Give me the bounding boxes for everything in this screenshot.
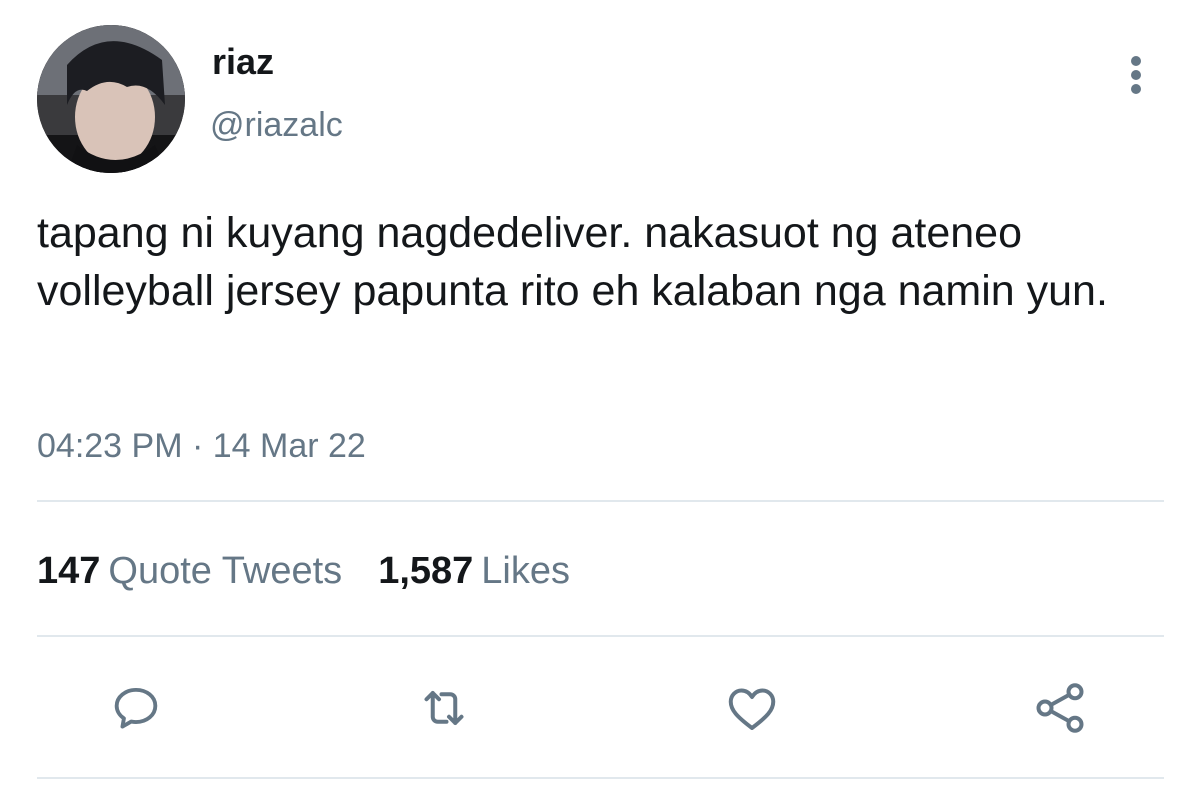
- retweet-button[interactable]: [414, 678, 474, 738]
- reply-button[interactable]: [106, 678, 166, 738]
- more-vertical-icon[interactable]: [1118, 52, 1154, 96]
- like-button[interactable]: [722, 678, 782, 738]
- reply-icon: [114, 687, 158, 729]
- avatar-photo: [37, 25, 185, 173]
- quote-tweets-stat[interactable]: 147 Quote Tweets: [37, 548, 342, 594]
- retweet-icon: [424, 691, 464, 725]
- divider: [37, 635, 1164, 637]
- likes-label: Likes: [481, 550, 570, 592]
- user-handle[interactable]: @riazalc: [210, 104, 343, 146]
- divider: [37, 500, 1164, 502]
- share-icon: [1036, 683, 1084, 733]
- tweet-stats: 147 Quote Tweets 1,587 Likes: [37, 548, 606, 594]
- tweet-text: tapang ni kuyang nagdedeliver. nakasuot …: [37, 209, 1108, 315]
- divider: [37, 777, 1164, 779]
- tweet-detail: riaz @riazalc tapang ni kuyang nagdedeli…: [0, 0, 1200, 796]
- likes-count: 1,587: [378, 550, 474, 592]
- heart-icon: [728, 688, 776, 730]
- avatar[interactable]: [37, 25, 185, 173]
- quote-tweets-label: Quote Tweets: [108, 550, 343, 592]
- display-name[interactable]: riaz: [212, 40, 274, 84]
- tweet-timestamp[interactable]: 04:23 PM · 14 Mar 22: [37, 425, 366, 467]
- share-button[interactable]: [1030, 678, 1090, 738]
- quote-tweets-count: 147: [37, 550, 101, 592]
- likes-stat[interactable]: 1,587 Likes: [378, 548, 570, 594]
